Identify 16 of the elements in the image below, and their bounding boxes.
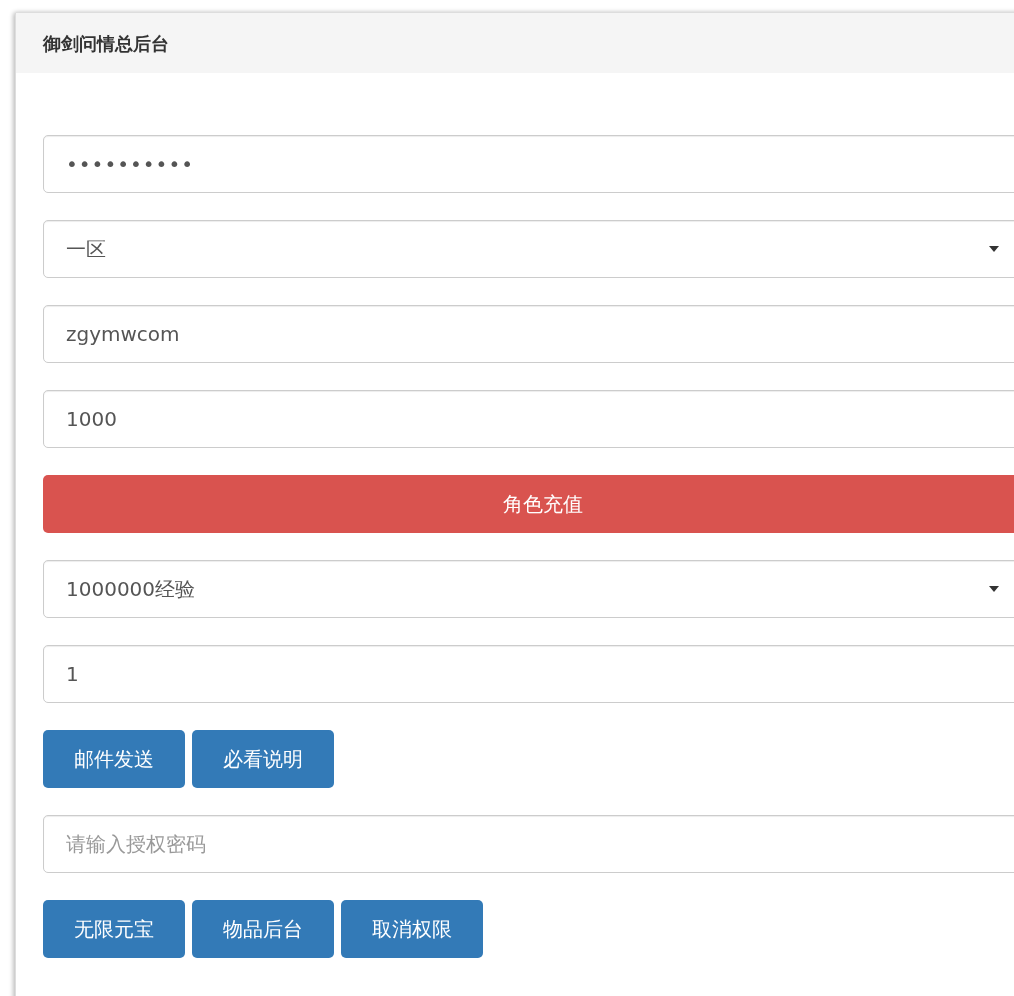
action-button[interactable]: 无限元宝 [43,900,185,958]
input-field[interactable]: 请输入授权密码 [43,815,1014,873]
action-button[interactable]: 取消权限 [341,900,483,958]
caret-icon [989,586,999,592]
select-field[interactable]: 一区 [43,220,1014,278]
action-button[interactable]: 物品后台 [192,900,334,958]
input-field[interactable]: 1 [43,645,1014,703]
input-field[interactable]: zgymwcom [43,305,1014,363]
action-button[interactable]: 必看说明 [192,730,334,788]
caret-icon [989,246,999,252]
recharge-button[interactable]: 角色充值 [43,475,1014,533]
select-field[interactable]: 1000000经验 [43,560,1014,618]
panel-title: 御剑问情总后台 [43,31,169,56]
password-field[interactable]: •••••••••• [43,135,1014,193]
action-button[interactable]: 邮件发送 [43,730,185,788]
input-field[interactable]: 1000 [43,390,1014,448]
